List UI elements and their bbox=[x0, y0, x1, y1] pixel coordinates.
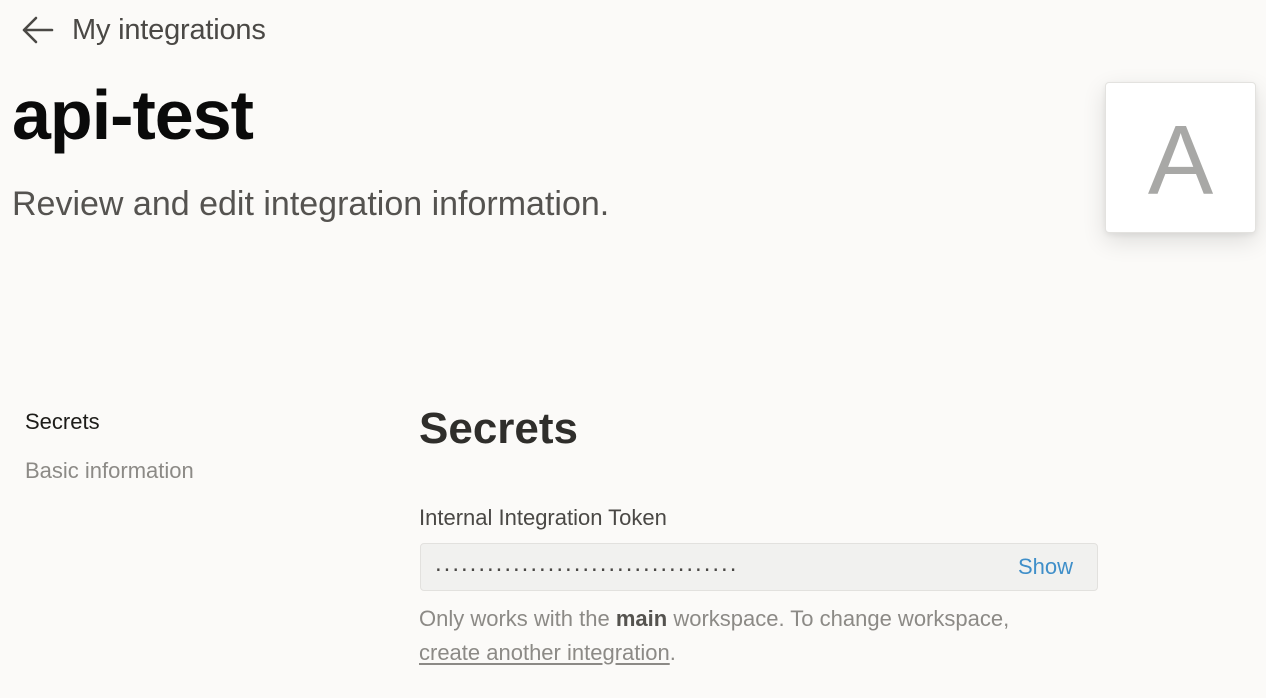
section-nav: Secrets Basic information bbox=[25, 405, 194, 503]
section-nav-item-basic-information[interactable]: Basic information bbox=[25, 454, 194, 488]
help-text-suffix: . bbox=[669, 640, 676, 665]
masked-token-value[interactable]: ................................... bbox=[435, 552, 738, 582]
help-text-middle: workspace. To change workspace, bbox=[667, 606, 1010, 631]
avatar-letter: A bbox=[1147, 104, 1214, 215]
integration-avatar[interactable]: A bbox=[1105, 82, 1256, 233]
integration-token-field[interactable]: ................................... Show bbox=[420, 543, 1098, 591]
token-field-label: Internal Integration Token bbox=[419, 505, 667, 530]
arrow-left-icon bbox=[20, 15, 54, 45]
page-title: api-test bbox=[12, 76, 254, 154]
page-subtitle: Review and edit integration information. bbox=[12, 185, 610, 223]
help-text-prefix: Only works with the bbox=[419, 606, 616, 631]
create-integration-link[interactable]: create another integration bbox=[419, 640, 670, 665]
section-nav-item-secrets[interactable]: Secrets bbox=[25, 405, 194, 439]
secrets-section-title: Secrets bbox=[419, 404, 579, 453]
workspace-name: main bbox=[615, 606, 668, 631]
workspace-help-text: Only works with the main workspace. To c… bbox=[419, 602, 1139, 670]
back-to-integrations-link[interactable]: My integrations bbox=[20, 12, 266, 48]
show-token-button[interactable]: Show bbox=[1018, 554, 1073, 580]
back-link-label: My integrations bbox=[72, 13, 266, 46]
